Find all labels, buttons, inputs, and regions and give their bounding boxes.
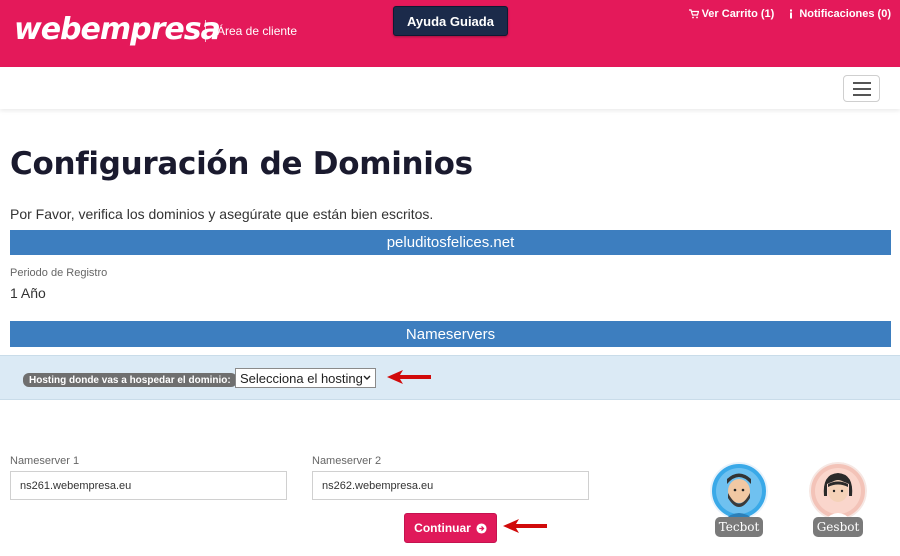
nameservers-header: Nameservers	[10, 321, 891, 347]
hosting-select[interactable]: Selecciona el hosting	[235, 368, 376, 388]
cart-link[interactable]: Ver Carrito (1)	[688, 8, 775, 20]
webempresa-logo[interactable]: webempresa	[14, 12, 221, 47]
tecbot-avatar[interactable]	[710, 462, 768, 520]
hosting-select-value: Selecciona el hosting	[240, 370, 363, 386]
gesbot-avatar[interactable]	[809, 462, 867, 520]
ns1-label: Nameserver 1	[10, 455, 80, 467]
page-title: Configuración de Dominios	[10, 146, 473, 182]
ns2-label: Nameserver 2	[312, 455, 382, 467]
cart-icon	[688, 9, 699, 19]
hamburger-line	[852, 93, 871, 96]
period-label: Periodo de Registro	[10, 267, 108, 279]
arrow-right-circle-icon	[476, 522, 487, 534]
period-value: 1 Año	[10, 285, 46, 301]
intro-text: Por Favor, verifica los dominios y asegú…	[10, 206, 434, 222]
gesbot-label[interactable]: Gesbot	[813, 517, 863, 537]
header-links: Ver Carrito (1) Notificaciones (0)	[688, 8, 891, 20]
menu-toggle-button[interactable]	[843, 75, 880, 102]
hosting-label: Hosting donde vas a hospedar el dominio:	[23, 373, 237, 387]
hosting-row: Hosting donde vas a hospedar el dominio:…	[0, 355, 900, 400]
notifications-link-label: Notificaciones (0)	[799, 8, 891, 20]
ns1-input[interactable]: ns261.webempresa.eu	[10, 471, 287, 500]
logo-divider	[205, 20, 206, 42]
nav-bar	[0, 67, 900, 109]
ayuda-guiada-button[interactable]: Ayuda Guiada	[393, 6, 508, 36]
continue-button-label: Continuar	[414, 521, 471, 535]
annotation-arrow-icon	[387, 370, 431, 384]
continue-button[interactable]: Continuar	[404, 513, 497, 543]
domain-name-bar: peluditosfelices.net	[10, 230, 891, 255]
hamburger-line	[852, 87, 871, 90]
tecbot-label[interactable]: Tecbot	[715, 517, 763, 537]
top-header: webempresa Área de cliente Ayuda Guiada …	[0, 0, 900, 67]
annotation-arrow-icon	[503, 519, 547, 533]
hamburger-line	[852, 81, 871, 84]
area-cliente-label: Área de cliente	[217, 24, 298, 38]
chevron-down-icon	[363, 375, 371, 380]
cart-link-label: Ver Carrito (1)	[701, 8, 775, 20]
info-icon	[790, 9, 793, 19]
ns2-input[interactable]: ns262.webempresa.eu	[312, 471, 589, 500]
notifications-link[interactable]: Notificaciones (0)	[786, 8, 891, 20]
